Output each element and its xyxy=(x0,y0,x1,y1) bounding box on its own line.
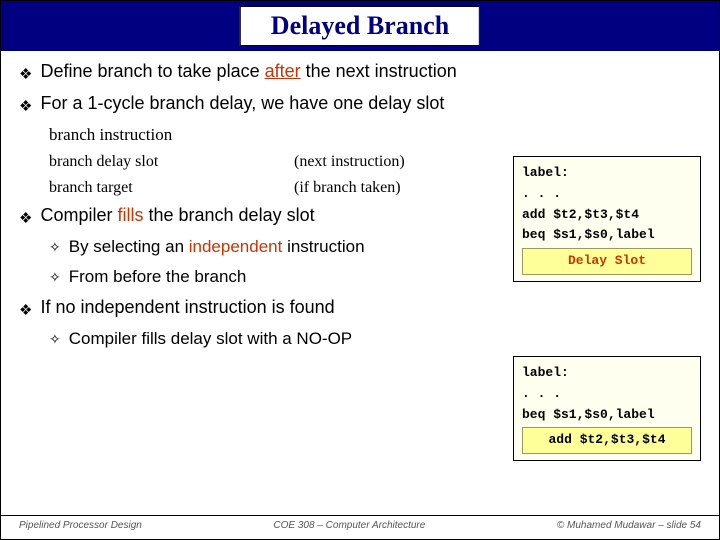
footer-left: Pipelined Processor Design xyxy=(19,520,142,531)
title-bar: Delayed Branch xyxy=(1,1,719,51)
code1-l2: . . . xyxy=(522,184,692,205)
slide-title: Delayed Branch xyxy=(240,6,480,46)
hollow-diamond-icon: ✧ xyxy=(49,239,61,256)
s1: branch instruction xyxy=(49,125,172,145)
code1-l4: beq $s1,$s0,label xyxy=(522,225,692,246)
hollow-diamond-icon: ✧ xyxy=(49,269,61,286)
diamond-icon: ❖ xyxy=(19,65,32,83)
code-box-after: label: . . . beq $s1,$s0,label add $t2,$… xyxy=(513,356,701,461)
h1-pre: By selecting an xyxy=(69,237,189,256)
footer: Pipelined Processor Design COE 308 – Com… xyxy=(1,515,719,531)
code2-l1: label: xyxy=(522,363,692,384)
bullet-4: ❖ If no independent instruction is found xyxy=(19,297,701,319)
hollow-diamond-icon: ✧ xyxy=(49,331,61,348)
b1-post: the next instruction xyxy=(301,61,457,81)
bullet-1: ❖ Define branch to take place after the … xyxy=(19,61,701,83)
h2-text: From before the branch xyxy=(69,267,247,287)
h1-post: instruction xyxy=(282,237,364,256)
b3-fills: fills xyxy=(117,205,143,225)
b3-pre: Compiler xyxy=(40,205,117,225)
s2b: (next instruction) xyxy=(294,153,405,171)
code2-l2: . . . xyxy=(522,384,692,405)
b1-after: after xyxy=(265,61,301,81)
h1-red: independent xyxy=(189,237,283,256)
code-box-before: label: . . . add $t2,$t3,$t4 beq $s1,$s0… xyxy=(513,156,701,282)
diamond-icon: ❖ xyxy=(19,301,32,319)
diamond-icon: ❖ xyxy=(19,209,32,227)
diamond-icon: ❖ xyxy=(19,97,32,115)
s2a: branch delay slot xyxy=(49,153,214,171)
delay-slot-label: Delay Slot xyxy=(522,248,692,275)
b3-post: the branch delay slot xyxy=(143,205,314,225)
s3a: branch target xyxy=(49,179,214,197)
bullet-2: ❖ For a 1-cycle branch delay, we have on… xyxy=(19,93,701,115)
footer-mid: COE 308 – Computer Architecture xyxy=(273,520,425,531)
code2-hl: add $t2,$t3,$t4 xyxy=(522,427,692,454)
b2-text: For a 1-cycle branch delay, we have one … xyxy=(40,93,444,114)
code1-l3: add $t2,$t3,$t4 xyxy=(522,205,692,226)
code2-l3: beq $s1,$s0,label xyxy=(522,405,692,426)
sub-h3: ✧ Compiler fills delay slot with a NO-OP xyxy=(49,329,701,349)
h3-text: Compiler fills delay slot with a NO-OP xyxy=(69,329,352,349)
b1-pre: Define branch to take place xyxy=(40,61,264,81)
sub-branch-instruction: branch instruction xyxy=(49,125,701,145)
code1-l1: label: xyxy=(522,163,692,184)
s3b: (if branch taken) xyxy=(294,179,401,197)
b4-text: If no independent instruction is found xyxy=(40,297,334,318)
footer-right: © Muhamed Mudawar – slide 54 xyxy=(557,520,701,531)
